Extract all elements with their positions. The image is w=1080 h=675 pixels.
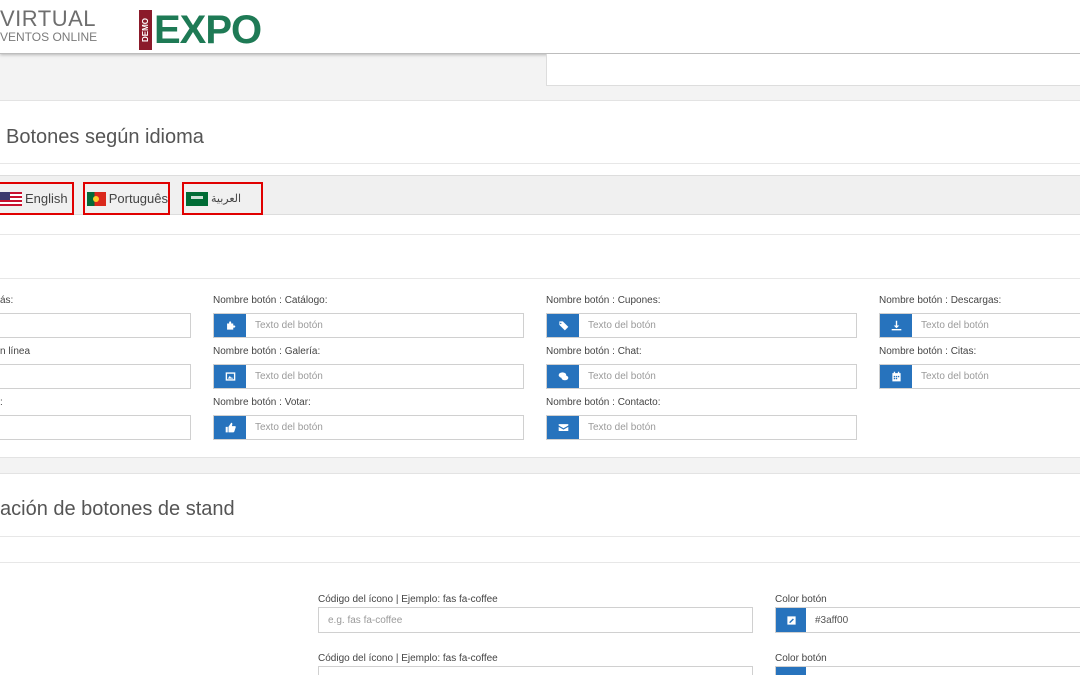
button-color-input[interactable] — [806, 608, 1080, 632]
contact-label: Nombre botón : Contacto: — [546, 397, 661, 408]
chat-label: Nombre botón : Chat: — [546, 346, 642, 357]
tab-arabic[interactable]: العربية — [182, 182, 263, 215]
stand-buttons-panel: ación de botones de stand Código del íco… — [0, 473, 1080, 675]
chat-button-field — [546, 364, 857, 389]
saudi-flag-icon — [186, 191, 208, 206]
gallery-label: Nombre botón : Galería: — [213, 346, 321, 357]
button-color-field — [775, 666, 1080, 675]
section-title: Botones según idioma — [6, 126, 204, 148]
vote-button-field — [213, 415, 524, 440]
chat-input[interactable] — [579, 365, 856, 388]
edit-square-icon[interactable] — [776, 667, 806, 675]
appointments-label: Nombre botón : Citas: — [879, 346, 977, 357]
icon-code-field — [318, 666, 753, 675]
thumbs-up-icon — [214, 416, 246, 439]
portugal-flag-icon — [87, 191, 106, 206]
calendar-icon — [880, 365, 912, 388]
tag-icon — [547, 314, 579, 337]
edit-square-icon[interactable] — [776, 608, 806, 632]
download-icon — [880, 314, 912, 337]
image-icon — [214, 365, 246, 388]
icon-code-label: Código del ícono | Ejemplo: fas fa-coffe… — [318, 653, 498, 664]
contact-input[interactable] — [579, 416, 856, 439]
coupons-button-field — [546, 313, 857, 338]
tab-label: English — [25, 191, 68, 206]
comments-icon — [547, 365, 579, 388]
catalog-button-field — [213, 313, 524, 338]
divider — [0, 234, 1080, 235]
downloads-label: Nombre botón : Descargas: — [879, 295, 1002, 306]
text-input[interactable] — [0, 313, 191, 338]
coupons-label: Nombre botón : Cupones: — [546, 295, 661, 306]
divider — [0, 163, 1080, 164]
button-color-label: Color botón — [775, 594, 827, 605]
expo-logo[interactable]: DEMO EXPO — [139, 8, 262, 52]
catalog-input[interactable] — [246, 314, 523, 337]
language-tabs: English Português العربية — [0, 175, 1080, 215]
logo-demo-badge: DEMO — [139, 10, 152, 50]
icon-code-input[interactable] — [319, 608, 752, 632]
icon-code-input[interactable] — [319, 667, 752, 675]
tab-portuguese[interactable]: Português — [83, 182, 170, 215]
button-color-field — [775, 607, 1080, 633]
tab-label: العربية — [211, 193, 242, 205]
tab-english[interactable]: English — [0, 182, 74, 215]
envelope-icon — [547, 416, 579, 439]
buttons-by-language-panel: Botones según idioma English Português ا… — [0, 100, 1080, 458]
downloads-button-field — [879, 313, 1080, 338]
vote-input[interactable] — [246, 416, 523, 439]
divider — [0, 278, 1080, 279]
puzzle-icon — [214, 314, 246, 337]
downloads-input[interactable] — [912, 314, 1080, 337]
header-side-panel — [546, 54, 1080, 86]
top-header: VIRTUAL VENTOS ONLINE DEMO EXPO — [0, 0, 1080, 54]
appointments-button-field — [879, 364, 1080, 389]
gallery-input[interactable] — [246, 365, 523, 388]
catalog-label: Nombre botón : Catálogo: — [213, 295, 328, 306]
contact-button-field — [546, 415, 857, 440]
field-label: n línea — [0, 346, 31, 357]
coupons-input[interactable] — [579, 314, 856, 337]
virtual-logo[interactable]: VIRTUAL VENTOS ONLINE — [0, 6, 98, 45]
icon-code-label: Código del ícono | Ejemplo: fas fa-coffe… — [318, 594, 498, 605]
icon-code-field — [318, 607, 753, 633]
appointments-input[interactable] — [912, 365, 1080, 388]
tab-label: Português — [108, 191, 168, 206]
button-color-label: Color botón — [775, 653, 827, 664]
logo-virtual-text: VIRTUAL — [0, 6, 97, 31]
vote-label: Nombre botón : Votar: — [213, 397, 311, 408]
section-title: ación de botones de stand — [0, 498, 235, 520]
field-label: ás: — [0, 295, 14, 306]
logo-expo-text: EXPO — [154, 8, 262, 52]
text-input[interactable] — [0, 415, 191, 440]
text-input[interactable] — [0, 364, 191, 389]
us-flag-icon — [0, 191, 22, 206]
field-label: : — [0, 397, 3, 408]
divider — [0, 536, 1080, 537]
gallery-button-field — [213, 364, 524, 389]
button-color-input[interactable] — [806, 667, 1080, 675]
logo-tagline: VENTOS ONLINE — [0, 30, 98, 44]
divider — [0, 562, 1080, 563]
